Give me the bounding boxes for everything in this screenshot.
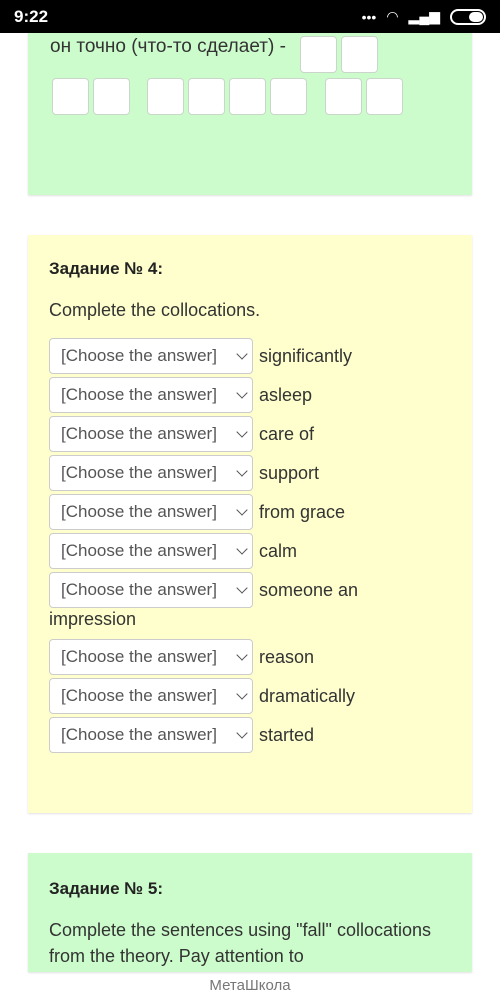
answer-select[interactable]: [Choose the answer] [49, 416, 253, 452]
select-placeholder: [Choose the answer] [61, 686, 217, 705]
task-text: он точно (что-то сделает) - [50, 36, 286, 57]
collocation-row: [Choose the answer] asleep [49, 377, 312, 413]
select-placeholder: [Choose the answer] [61, 463, 217, 482]
select-placeholder: [Choose the answer] [61, 346, 217, 365]
letter-input[interactable] [93, 78, 130, 115]
collocation-row: [Choose the answer] someone an [49, 572, 358, 608]
collocation-word: dramatically [259, 685, 356, 706]
collocation-row: [Choose the answer] support [49, 455, 319, 491]
select-placeholder: [Choose the answer] [61, 580, 217, 599]
chevron-down-icon [236, 649, 248, 661]
answer-select[interactable]: [Choose the answer] [49, 639, 253, 675]
chevron-down-icon [236, 688, 248, 700]
letter-input[interactable] [300, 36, 337, 73]
answer-select[interactable]: [Choose the answer] [49, 678, 253, 714]
collocation-word: someone an [259, 579, 359, 600]
select-placeholder: [Choose the answer] [61, 541, 217, 560]
answer-select[interactable]: [Choose the answer] [49, 338, 253, 374]
chevron-down-icon [236, 543, 248, 555]
collocation-word: support [259, 462, 320, 483]
collocation-word: reason [259, 646, 315, 667]
letter-input[interactable] [147, 78, 184, 115]
chevron-down-icon [236, 582, 248, 594]
collocation-word: asleep [259, 384, 313, 405]
collocation-row: [Choose the answer] calm [49, 533, 297, 569]
letter-input[interactable] [325, 78, 362, 115]
collocation-word: started [259, 724, 315, 745]
answer-select[interactable]: [Choose the answer] [49, 572, 253, 608]
task-5-card: Задание № 5: Complete the sentences usin… [28, 853, 472, 972]
select-placeholder: [Choose the answer] [61, 502, 217, 521]
answer-select[interactable]: [Choose the answer] [49, 717, 253, 753]
status-bar: 9:22 ••• ◠ ▂▄▆ [0, 0, 500, 33]
collocation-row: [Choose the answer] reason [49, 639, 314, 675]
collocation-word: from grace [259, 501, 346, 522]
task-title: Задание № 4: [49, 259, 164, 278]
select-placeholder: [Choose the answer] [61, 385, 217, 404]
select-placeholder: [Choose the answer] [61, 647, 217, 666]
letter-input[interactable] [52, 78, 89, 115]
collocation-row: [Choose the answer] from grace [49, 494, 345, 530]
chevron-down-icon [236, 727, 248, 739]
select-placeholder: [Choose the answer] [61, 725, 217, 744]
letter-input[interactable] [341, 36, 378, 73]
answer-select[interactable]: [Choose the answer] [49, 377, 253, 413]
answer-select[interactable]: [Choose the answer] [49, 533, 253, 569]
answer-select[interactable]: [Choose the answer] [49, 494, 253, 530]
chevron-down-icon [236, 387, 248, 399]
clock: 9:22 [14, 7, 49, 26]
collocation-word: calm [259, 540, 298, 561]
select-placeholder: [Choose the answer] [61, 424, 217, 443]
task-title: Задание № 5: [49, 879, 164, 898]
task-4-card: Задание № 4: Complete the collocations. … [28, 235, 472, 813]
collocation-row: [Choose the answer] started [49, 717, 314, 753]
footer-brand: МетаШкола [209, 977, 291, 994]
wifi-icon: ◠ [386, 8, 399, 24]
chevron-down-icon [236, 348, 248, 360]
collocation-row: [Choose the answer] significantly [49, 338, 352, 374]
collocation-word: care of [259, 423, 315, 444]
collocation-row: [Choose the answer] dramatically [49, 678, 355, 714]
letter-input[interactable] [188, 78, 225, 115]
collocation-row: [Choose the answer] care of [49, 416, 314, 452]
chevron-down-icon [236, 465, 248, 477]
chevron-down-icon [236, 504, 248, 516]
task-instruction: Complete the collocations. [49, 300, 261, 320]
collocation-word-wrap: impression [49, 609, 137, 629]
signal-icon: ▂▄▆ [408, 8, 440, 24]
answer-select[interactable]: [Choose the answer] [49, 455, 253, 491]
dots-icon: ••• [361, 8, 377, 25]
battery-icon [450, 8, 486, 25]
task-instruction: Complete the sentences using "fall" coll… [49, 920, 431, 966]
letter-input[interactable] [229, 78, 266, 115]
chevron-down-icon [236, 426, 248, 438]
letter-input[interactable] [366, 78, 403, 115]
collocation-word: significantly [259, 345, 353, 366]
letter-input[interactable] [270, 78, 307, 115]
